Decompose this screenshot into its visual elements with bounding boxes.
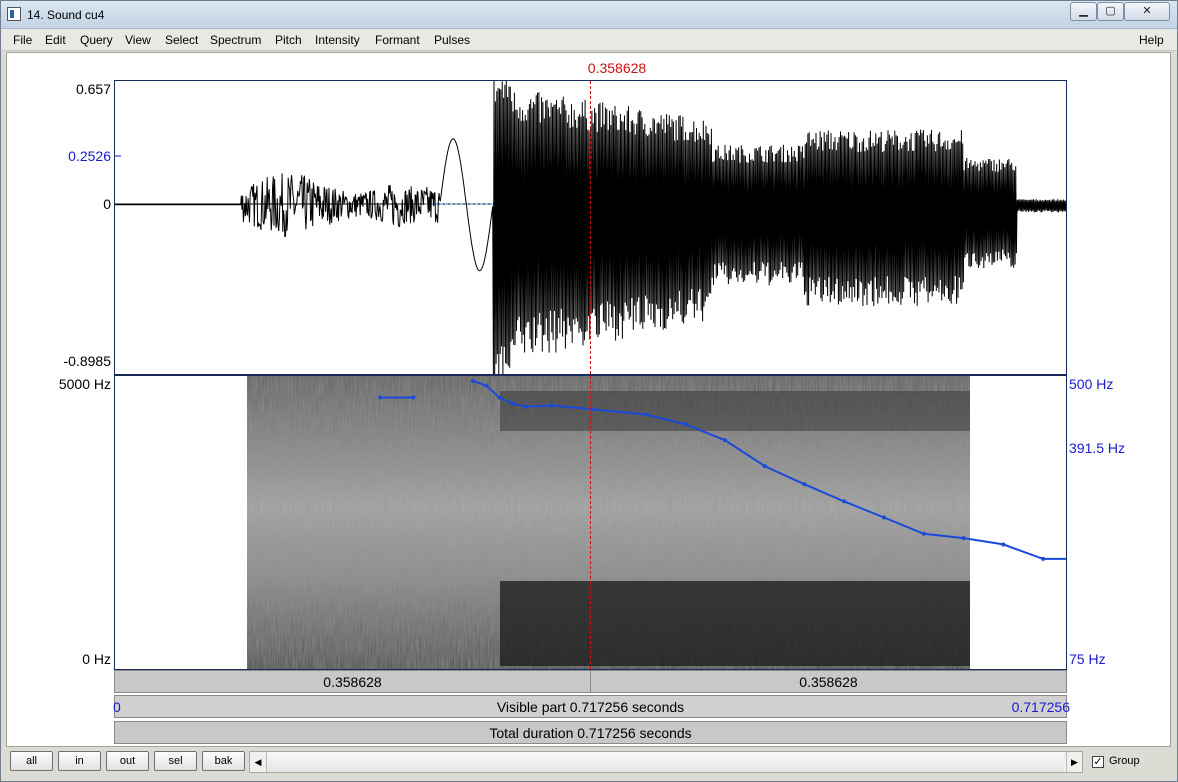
visible-part-bar[interactable]: 0 Visible part 0.717256 seconds 0.717256 xyxy=(113,695,1070,718)
freq-top-label: 5000 Hz xyxy=(58,376,111,392)
zoom-out-button[interactable]: out xyxy=(106,751,149,771)
cursor-time-label: 0.358628 xyxy=(587,60,647,76)
pitch-b-point-11 xyxy=(802,482,807,487)
visible-end-label: 0.717256 xyxy=(1011,699,1070,715)
freq-bottom-label: 0 Hz xyxy=(82,651,111,667)
segment-right[interactable]: 0.358628 xyxy=(591,671,1066,692)
pitch-b-point-8 xyxy=(683,422,688,427)
pitch-b-point-17 xyxy=(1041,556,1046,561)
pitch-b-point-7 xyxy=(643,412,648,417)
menu-bar: File Edit Query View Select Spectrum Pit… xyxy=(1,29,1177,51)
pitch-b-point-14 xyxy=(921,531,926,536)
title-bar[interactable]: 14. Sound cu4 ▁ ▢ ✕ xyxy=(1,1,1177,29)
formant-band-low xyxy=(500,581,970,666)
menu-pulses[interactable]: Pulses xyxy=(434,33,470,47)
zoom-to-selection-button[interactable]: sel xyxy=(154,751,197,771)
navigation-bar: all in out sel bak ◀ ▶ ✓ Group xyxy=(6,748,1171,776)
view-all-button[interactable]: all xyxy=(10,751,53,771)
pitch-b-point-4 xyxy=(524,404,529,409)
formant-band-high xyxy=(500,391,970,431)
menu-edit[interactable]: Edit xyxy=(45,33,66,47)
menu-file[interactable]: File xyxy=(13,33,32,47)
pitch-b-point-10 xyxy=(762,464,767,469)
menu-view[interactable]: View xyxy=(125,33,151,47)
close-button[interactable]: ✕ xyxy=(1124,2,1170,21)
pitch-b-point-2 xyxy=(497,395,502,400)
praat-sound-window: 14. Sound cu4 ▁ ▢ ✕ File Edit Query View… xyxy=(0,0,1178,782)
wave-y-min-label: -0.8985 xyxy=(63,353,111,369)
pitch-top-label: 500 Hz xyxy=(1069,376,1114,392)
pitch-cursor-label: 391.5 Hz xyxy=(1069,440,1126,456)
app-icon xyxy=(7,7,21,21)
window-title: 14. Sound cu4 xyxy=(27,8,105,22)
pitch-b-point-13 xyxy=(882,515,887,520)
menu-query[interactable]: Query xyxy=(80,33,113,47)
group-label: Group xyxy=(1109,755,1140,767)
segment-left[interactable]: 0.358628 xyxy=(115,671,591,692)
pitch-b-point-1 xyxy=(484,383,489,388)
segment-left-label: 0.358628 xyxy=(323,674,382,690)
zoom-back-button[interactable]: bak xyxy=(202,751,245,771)
wave-y-marker-label: 0.2526 xyxy=(68,148,111,164)
total-duration-label: Total duration 0.717256 seconds xyxy=(489,725,692,741)
pitch-b-point-0 xyxy=(470,379,475,384)
menu-select[interactable]: Select xyxy=(165,33,198,47)
menu-formant[interactable]: Formant xyxy=(375,33,420,47)
pitch-a-point-0 xyxy=(378,395,383,400)
menu-help[interactable]: Help xyxy=(1139,33,1164,47)
visible-part-label: Visible part 0.717256 seconds xyxy=(496,699,685,715)
scroll-thumb[interactable] xyxy=(266,752,1064,772)
spectrogram-panel[interactable] xyxy=(114,375,1067,670)
time-scrollbar[interactable]: ◀ ▶ xyxy=(249,751,1083,773)
wave-y-max-label: 0.657 xyxy=(75,81,111,97)
wave-y-zero-label: 0 xyxy=(103,196,111,212)
segment-right-label: 0.358628 xyxy=(799,674,858,690)
total-duration-bar[interactable]: Total duration 0.717256 seconds xyxy=(114,721,1067,744)
pitch-b-point-15 xyxy=(961,536,966,541)
minimize-button[interactable]: ▁ xyxy=(1070,2,1097,21)
menu-spectrum[interactable]: Spectrum xyxy=(210,33,261,47)
pitch-b-point-5 xyxy=(550,403,555,408)
zoom-in-button[interactable]: in xyxy=(58,751,101,771)
pitch-b-point-9 xyxy=(722,438,727,443)
maximize-button[interactable]: ▢ xyxy=(1097,2,1124,21)
waveform-plot[interactable] xyxy=(115,81,1066,374)
pitch-a-point-1 xyxy=(411,395,416,400)
pitch-b-point-16 xyxy=(1001,542,1006,547)
scroll-left-icon[interactable]: ◀ xyxy=(250,752,266,772)
menu-intensity[interactable]: Intensity xyxy=(315,33,360,47)
pitch-bottom-label: 75 Hz xyxy=(1069,651,1106,667)
scroll-right-icon[interactable]: ▶ xyxy=(1066,752,1082,772)
menu-pitch[interactable]: Pitch xyxy=(275,33,302,47)
selection-bar[interactable]: 0.358628 0.358628 xyxy=(114,670,1067,693)
pitch-b-point-3 xyxy=(510,401,515,406)
pitch-b-point-12 xyxy=(842,499,847,504)
editor-area: 0.358628 0.657 0.2526 0 -0.8985 5000 Hz … xyxy=(6,52,1171,747)
spectrogram-plot[interactable] xyxy=(115,376,1066,669)
group-checkbox[interactable]: ✓ xyxy=(1092,756,1104,768)
waveform-panel[interactable] xyxy=(114,80,1067,375)
